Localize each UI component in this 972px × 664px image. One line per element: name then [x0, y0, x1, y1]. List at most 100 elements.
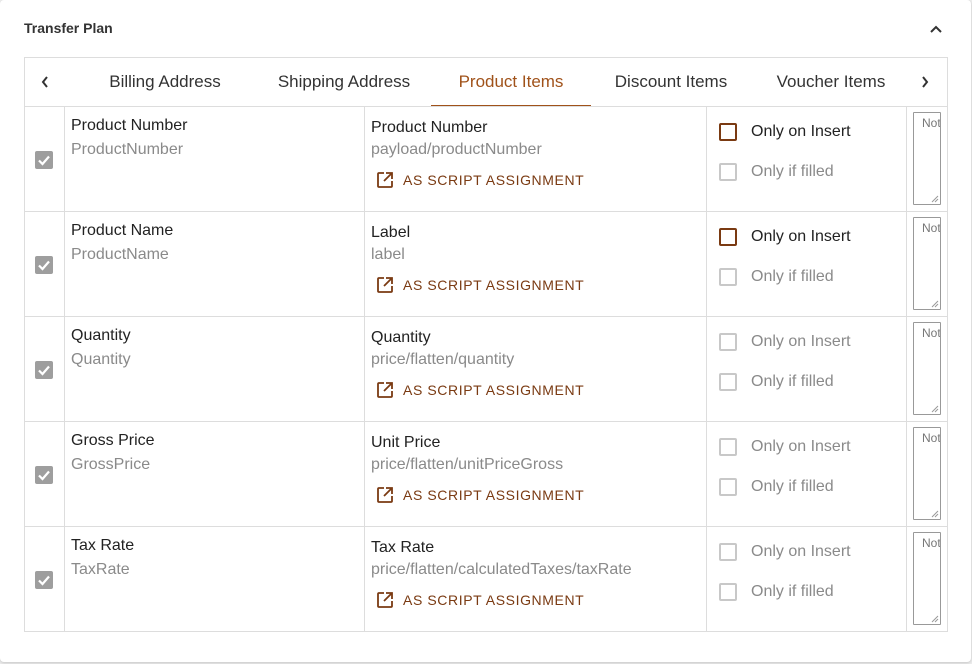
only-if-filled-checkbox[interactable] [719, 268, 737, 286]
notes-cell: Notes [907, 422, 947, 527]
only-on-insert-checkbox[interactable] [719, 438, 737, 456]
source-field-cell: Unit Price price/flatten/unitPriceGross … [365, 422, 707, 527]
mapping-panel: Billing Address Shipping Address Product… [24, 57, 948, 632]
only-if-filled-option[interactable]: Only if filled [719, 476, 834, 498]
only-on-insert-option[interactable]: Only on Insert [719, 226, 851, 248]
only-on-insert-checkbox[interactable] [719, 228, 737, 246]
tab-voucher-items[interactable]: Voucher Items [755, 58, 905, 106]
resize-grip-icon[interactable] [931, 300, 939, 308]
notes-placeholder: Notes [922, 431, 941, 445]
enabled-checkbox[interactable] [35, 151, 53, 169]
source-field-label: Tax Rate [371, 539, 435, 556]
only-if-filled-checkbox[interactable] [719, 373, 737, 391]
notes-textarea[interactable]: Notes [913, 217, 941, 310]
open-in-new-icon [377, 172, 393, 188]
chevron-left-icon [41, 76, 48, 88]
enabled-cell [25, 212, 65, 317]
source-field-cell: Label label AS SCRIPT ASSIGNMENT [365, 212, 707, 317]
checkmark-icon [38, 365, 50, 376]
notes-cell: Notes [907, 212, 947, 317]
enabled-cell [25, 422, 65, 527]
checkmark-icon [38, 155, 50, 166]
resize-grip-icon[interactable] [931, 615, 939, 623]
chevron-right-icon [922, 76, 929, 88]
only-on-insert-checkbox[interactable] [719, 123, 737, 141]
collapse-button[interactable] [924, 18, 948, 40]
as-script-assignment-label: AS SCRIPT ASSIGNMENT [403, 592, 585, 608]
resize-grip-icon[interactable] [931, 195, 939, 203]
only-if-filled-checkbox[interactable] [719, 583, 737, 601]
only-on-insert-option[interactable]: Only on Insert [719, 541, 851, 563]
as-script-assignment-button[interactable]: AS SCRIPT ASSIGNMENT [375, 379, 584, 401]
enabled-checkbox[interactable] [35, 466, 53, 484]
as-script-assignment-button[interactable]: AS SCRIPT ASSIGNMENT [375, 484, 584, 506]
notes-textarea[interactable]: Notes [913, 532, 941, 625]
only-if-filled-label: Only if filled [751, 478, 834, 495]
only-if-filled-option[interactable]: Only if filled [719, 266, 834, 288]
only-on-insert-label: Only on Insert [751, 438, 851, 455]
tab-billing-address[interactable]: Billing Address [77, 58, 253, 106]
open-in-new-icon [377, 277, 393, 293]
tab-product-items[interactable]: Product Items [431, 58, 591, 106]
source-field-label: Label [371, 224, 411, 241]
tab-discount-items[interactable]: Discount Items [599, 58, 743, 106]
options-cell: Only on Insert Only if filled [707, 107, 907, 212]
notes-textarea[interactable]: Notes [913, 112, 941, 205]
notes-cell: Notes [907, 527, 947, 631]
source-field-path: price/flatten/unitPriceGross [371, 456, 564, 473]
tab-shipping-address[interactable]: Shipping Address [261, 58, 427, 106]
checkmark-icon [38, 260, 50, 271]
only-on-insert-checkbox[interactable] [719, 333, 737, 351]
only-if-filled-label: Only if filled [751, 373, 834, 390]
notes-textarea[interactable]: Notes [913, 322, 941, 415]
tab-bar: Billing Address Shipping Address Product… [25, 58, 947, 107]
only-on-insert-label: Only on Insert [751, 123, 851, 140]
source-field-path: payload/productNumber [371, 141, 542, 158]
only-on-insert-option[interactable]: Only on Insert [719, 331, 851, 353]
source-field-path: label [371, 246, 405, 263]
target-field-label: Product Name [71, 222, 174, 239]
only-if-filled-option[interactable]: Only if filled [719, 581, 834, 603]
source-field-cell: Product Number payload/productNumber AS … [365, 107, 707, 212]
open-in-new-icon [377, 592, 393, 608]
tab-scroll-right-button[interactable] [905, 58, 945, 106]
resize-grip-icon[interactable] [931, 405, 939, 413]
as-script-assignment-button[interactable]: AS SCRIPT ASSIGNMENT [375, 169, 584, 191]
mapping-row-5: Tax Rate TaxRate Tax Rate price/flatten/… [25, 527, 947, 631]
only-on-insert-label: Only on Insert [751, 333, 851, 350]
source-field-path: price/flatten/quantity [371, 351, 515, 368]
as-script-assignment-button[interactable]: AS SCRIPT ASSIGNMENT [375, 274, 584, 296]
enabled-cell [25, 317, 65, 422]
only-if-filled-checkbox[interactable] [719, 478, 737, 496]
source-field-label: Product Number [371, 119, 488, 136]
resize-grip-icon[interactable] [931, 510, 939, 518]
options-cell: Only on Insert Only if filled [707, 317, 907, 422]
chevron-up-icon [930, 25, 942, 33]
target-field-label: Product Number [71, 117, 188, 134]
target-field-label: Quantity [71, 327, 131, 344]
only-if-filled-checkbox[interactable] [719, 163, 737, 181]
only-if-filled-option[interactable]: Only if filled [719, 371, 834, 393]
only-on-insert-option[interactable]: Only on Insert [719, 121, 851, 143]
mapping-rows: Product Number ProductNumber Product Num… [25, 107, 947, 631]
enabled-checkbox[interactable] [35, 361, 53, 379]
tab-strip: Billing Address Shipping Address Product… [65, 58, 905, 106]
only-on-insert-checkbox[interactable] [719, 543, 737, 561]
source-field-path: price/flatten/calculatedTaxes/taxRate [371, 561, 632, 578]
enabled-cell [25, 527, 65, 631]
only-if-filled-label: Only if filled [751, 583, 834, 600]
enabled-checkbox[interactable] [35, 571, 53, 589]
source-field-label: Unit Price [371, 434, 441, 451]
notes-textarea[interactable]: Notes [913, 427, 941, 520]
only-if-filled-option[interactable]: Only if filled [719, 161, 834, 183]
checkmark-icon [38, 575, 50, 586]
transfer-plan-card: Transfer Plan Billing Address Shipping A… [0, 0, 971, 662]
only-on-insert-option[interactable]: Only on Insert [719, 436, 851, 458]
as-script-assignment-button[interactable]: AS SCRIPT ASSIGNMENT [375, 589, 584, 611]
tab-scroll-left-button[interactable] [25, 58, 65, 106]
enabled-checkbox[interactable] [35, 256, 53, 274]
source-field-label: Quantity [371, 329, 431, 346]
open-in-new-icon [377, 487, 393, 503]
card-header: Transfer Plan [0, 0, 971, 58]
only-if-filled-label: Only if filled [751, 163, 834, 180]
